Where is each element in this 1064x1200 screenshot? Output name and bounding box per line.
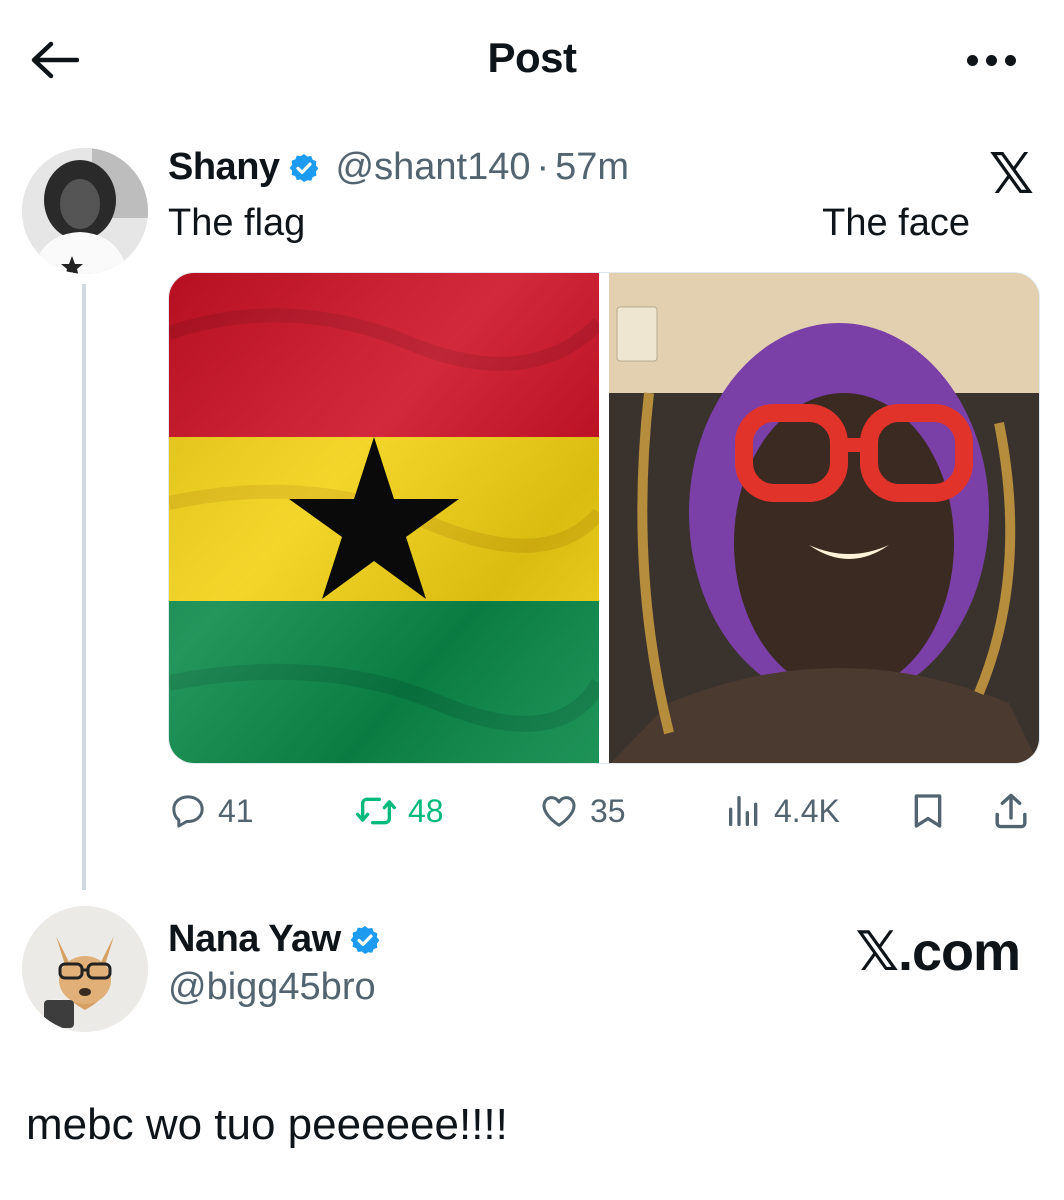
reply-button[interactable]: 41 bbox=[168, 786, 254, 836]
avatar-image bbox=[22, 148, 148, 274]
reply-author-avatar[interactable] bbox=[22, 906, 148, 1032]
repost-icon bbox=[355, 797, 396, 825]
post-time[interactable]: 57m bbox=[555, 146, 629, 189]
verified-badge-icon bbox=[289, 153, 318, 182]
reply-text: mebc wo tuo peeeeee!!!! bbox=[26, 1100, 508, 1149]
bookmark-icon bbox=[914, 794, 942, 828]
page-title: Post bbox=[487, 34, 577, 81]
flag-image[interactable] bbox=[169, 273, 606, 763]
caption-left: The flag bbox=[168, 202, 306, 244]
reply-author-name-row: Nana Yaw bbox=[168, 918, 381, 961]
avatar-image bbox=[22, 906, 148, 1032]
dot-icon bbox=[985, 54, 997, 66]
reply-author-handle[interactable]: @bigg45bro bbox=[168, 966, 376, 1009]
like-button[interactable]: 35 bbox=[538, 786, 626, 836]
heart-icon bbox=[542, 796, 576, 827]
analytics-icon bbox=[729, 796, 758, 826]
author-name-row: Shany @shant140 · 57m bbox=[168, 146, 629, 189]
dot-icon bbox=[966, 54, 978, 66]
action-bar: 41 48 35 4.4K bbox=[168, 786, 1038, 836]
caption-right: The face bbox=[822, 202, 970, 244]
media-grid bbox=[168, 272, 1040, 764]
reply-count: 41 bbox=[218, 792, 254, 829]
reply-author-display-name[interactable]: Nana Yaw bbox=[168, 918, 341, 961]
share-button[interactable] bbox=[992, 786, 1030, 836]
x-logo-icon: 𝕏 bbox=[988, 142, 1034, 205]
repost-button[interactable]: 48 bbox=[354, 786, 444, 836]
author-avatar[interactable] bbox=[22, 148, 148, 274]
verified-badge-icon bbox=[350, 925, 380, 954]
views-button[interactable]: 4.4K bbox=[724, 786, 840, 836]
site-label: 𝕏.com bbox=[855, 922, 1021, 982]
thread-line bbox=[82, 284, 86, 890]
separator: · bbox=[536, 146, 550, 188]
bookmark-button[interactable] bbox=[910, 786, 946, 836]
top-bar: Post bbox=[0, 0, 1064, 120]
like-count: 35 bbox=[590, 792, 626, 829]
share-icon bbox=[995, 793, 1027, 829]
dot-icon bbox=[1004, 54, 1016, 66]
author-display-name[interactable]: Shany bbox=[168, 146, 280, 189]
reply-icon bbox=[172, 795, 204, 828]
repost-count: 48 bbox=[408, 792, 444, 829]
more-options-button[interactable] bbox=[956, 40, 1026, 80]
view-count: 4.4K bbox=[774, 792, 840, 829]
selfie-photo[interactable] bbox=[609, 273, 1039, 763]
author-handle[interactable]: @shant140 bbox=[336, 146, 531, 189]
